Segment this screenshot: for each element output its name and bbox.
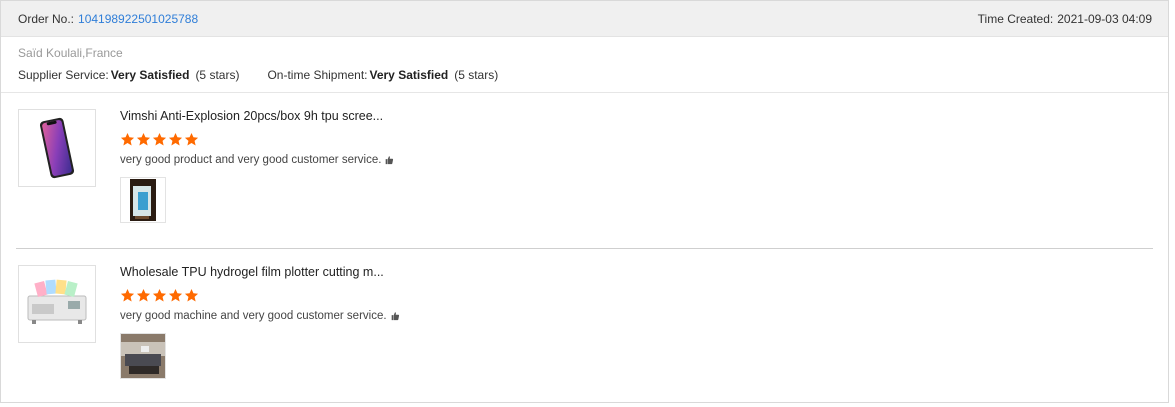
star-icon [136, 132, 151, 146]
service-ratings: Supplier Service: Very Satisfied (5 stars)… [18, 68, 1151, 82]
phone-screen-photo-icon [130, 179, 156, 221]
shipment-rating: On-time Shipment: Very Satisfied (5 stars) [267, 68, 498, 82]
review-content: Wholesale TPU hydrogel film plotter cutt… [120, 264, 1153, 379]
time-created-group: Time Created: 2021-09-03 04:09 [978, 12, 1152, 26]
product-title[interactable]: Vimshi Anti-Explosion 20pcs/box 9h tpu s… [120, 108, 1153, 124]
review-photo[interactable] [120, 177, 166, 223]
supplier-service-rating: Supplier Service: Very Satisfied (5 stars) [18, 68, 239, 82]
machine-photo-icon [121, 334, 165, 378]
star-icon [184, 132, 199, 146]
time-created-value: 2021-09-03 04:09 [1057, 11, 1152, 26]
smartphone-icon [39, 117, 75, 179]
supplier-service-label: Supplier Service: [18, 68, 109, 82]
star-icon [168, 132, 183, 146]
shipment-value: Very Satisfied [369, 68, 449, 82]
comment-text: very good machine and very good customer… [120, 310, 387, 322]
time-created-label: Time Created: [977, 11, 1054, 26]
review-card: Order No.: 104198922501025788 Time Create… [0, 0, 1169, 403]
review-comment: very good machine and very good customer… [120, 309, 1153, 323]
cutting-machine-icon [27, 279, 87, 324]
buyer-info: Saïd Koulali,France Supplier Service: Ver… [1, 37, 1168, 93]
supplier-service-stars: (5 stars) [195, 68, 240, 82]
product-thumbnail[interactable] [18, 109, 96, 187]
shipment-label: On-time Shipment: [267, 68, 368, 82]
star-icon [152, 288, 167, 302]
thumbs-up-icon [386, 156, 394, 165]
supplier-service-value: Very Satisfied [110, 68, 190, 82]
star-rating [120, 288, 1153, 304]
review-content: Vimshi Anti-Explosion 20pcs/box 9h tpu s… [120, 108, 1153, 223]
order-number-label: Order No.: [18, 11, 75, 26]
star-icon [136, 288, 151, 302]
comment-text: very good product and very good customer… [120, 154, 382, 166]
order-number-link[interactable]: 104198922501025788 [78, 12, 198, 26]
star-icon [152, 132, 167, 146]
order-header: Order No.: 104198922501025788 Time Create… [1, 1, 1168, 37]
star-icon [184, 288, 199, 302]
star-icon [120, 288, 135, 302]
star-icon [120, 132, 135, 146]
review-item: Vimshi Anti-Explosion 20pcs/box 9h tpu s… [16, 93, 1153, 248]
product-title[interactable]: Wholesale TPU hydrogel film plotter cutt… [120, 264, 1153, 280]
shipment-stars: (5 stars) [454, 68, 499, 82]
product-thumbnail[interactable] [18, 265, 96, 343]
review-photo[interactable] [120, 333, 166, 379]
star-icon [168, 288, 183, 302]
thumbs-up-icon [391, 312, 399, 321]
order-number-group: Order No.: 104198922501025788 [18, 12, 198, 26]
star-rating [120, 132, 1153, 148]
review-comment: very good product and very good customer… [120, 153, 1153, 167]
buyer-name: Saïd Koulali,France [18, 46, 123, 60]
review-item: Wholesale TPU hydrogel film plotter cutt… [16, 248, 1153, 404]
